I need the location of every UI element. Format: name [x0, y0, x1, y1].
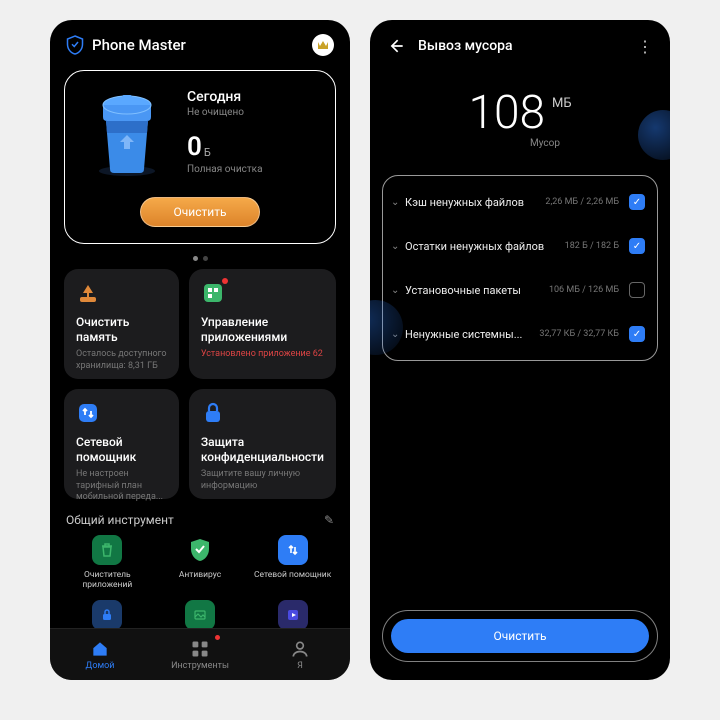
card-sub: Защитите вашу личную информацию — [201, 469, 324, 492]
clean-button-wrap: Очистить — [382, 610, 658, 662]
total-sub: Мусор — [420, 138, 670, 149]
lock-icon — [201, 401, 225, 425]
chevron-down-icon: ⌄ — [391, 285, 405, 296]
card-title: Очистить память — [76, 315, 167, 345]
total-unit: МБ — [552, 96, 572, 111]
person-icon — [290, 639, 310, 659]
full-clean-label: Полная очистка — [187, 164, 321, 175]
scale-icon — [76, 281, 100, 305]
chevron-down-icon: ⌄ — [391, 241, 405, 252]
play-icon — [278, 600, 308, 628]
checkbox[interactable]: ✓ — [629, 238, 645, 254]
lock-small-icon — [92, 600, 122, 628]
chevron-down-icon: ⌄ — [391, 197, 405, 208]
junk-row-residual[interactable]: ⌄ Остатки ненужных файлов 182 Б / 182 Б … — [383, 224, 657, 268]
card-sub: Не настроен тарифный план мобильной пере… — [76, 469, 167, 504]
junk-removal-screen: Вывоз мусора ⋮ 108 МБ Мусор ⌄ Кэш ненужн… — [370, 20, 670, 680]
tool-placeholder-3[interactable] — [249, 600, 336, 628]
today-label: Сегодня — [187, 89, 321, 105]
updown-icon — [278, 535, 308, 565]
bottom-nav: Домой Инструменты Я — [50, 628, 350, 680]
shield-check-icon — [185, 535, 215, 565]
card-title: Защита конфиденциальности — [201, 435, 324, 465]
checkbox[interactable]: ✓ — [629, 194, 645, 210]
hero-card: Сегодня Не очищено 0 Б Полная очистка Оч… — [64, 70, 336, 244]
card-title: Сетевой помощник — [76, 435, 167, 465]
grid-icon — [190, 639, 210, 659]
zero-value: 0 — [187, 132, 202, 162]
total-value: 108 — [468, 86, 545, 140]
checkbox[interactable] — [629, 282, 645, 298]
section-title: Общий инструмент — [66, 513, 324, 527]
tool-app-cleaner[interactable]: Очиститель приложений — [64, 535, 151, 590]
junk-row-system[interactable]: ⌄ Ненужные системны... 32,77 КБ / 32,77 … — [383, 312, 657, 356]
shield-icon — [66, 35, 84, 55]
crown-button[interactable] — [312, 34, 334, 56]
image-icon — [185, 600, 215, 628]
edit-icon[interactable]: ✎ — [324, 513, 334, 527]
card-network-helper[interactable]: Сетевой помощник Не настроен тарифный пл… — [64, 389, 179, 499]
tool-label: Сетевой помощник — [254, 570, 331, 580]
app-title: Phone Master — [92, 36, 312, 54]
card-sub: Осталось доступного хранилища: 8,31 ГБ — [76, 349, 167, 372]
nav-home[interactable]: Домой — [50, 629, 150, 680]
screen-title: Вывоз мусора — [418, 38, 637, 54]
header: Вывоз мусора ⋮ — [370, 20, 670, 64]
tool-label: Очиститель приложений — [64, 570, 151, 590]
not-cleaned-label: Не очищено — [187, 107, 321, 118]
trash-icon — [92, 535, 122, 565]
card-app-management[interactable]: Управление приложениями Установлено прил… — [189, 269, 336, 379]
nav-tools[interactable]: Инструменты — [150, 629, 250, 680]
back-icon[interactable] — [386, 36, 406, 56]
home-icon — [90, 639, 110, 659]
tool-placeholder-1[interactable] — [64, 600, 151, 628]
clean-button[interactable]: Очистить — [391, 619, 649, 653]
card-clean-memory[interactable]: Очистить память Осталось доступного хран… — [64, 269, 179, 379]
more-icon[interactable]: ⋮ — [637, 37, 654, 56]
network-icon — [76, 401, 100, 425]
junk-list: ⌄ Кэш ненужных файлов 2,26 МБ / 2,26 МБ … — [382, 175, 658, 361]
card-privacy[interactable]: Защита конфиденциальности Защитите вашу … — [189, 389, 336, 499]
trash-bin-icon — [79, 85, 175, 181]
tool-label: Антивирус — [179, 570, 221, 580]
zero-unit: Б — [204, 146, 211, 159]
header: Phone Master — [50, 20, 350, 64]
apps-icon — [201, 281, 225, 305]
card-title: Управление приложениями — [201, 315, 324, 345]
phone-master-screen: Phone Master Сегодня Не очищ — [50, 20, 350, 680]
nav-me[interactable]: Я — [250, 629, 350, 680]
tool-placeholder-2[interactable] — [157, 600, 244, 628]
card-sub: Установлено приложение 62 — [201, 349, 324, 361]
junk-row-cache[interactable]: ⌄ Кэш ненужных файлов 2,26 МБ / 2,26 МБ … — [383, 180, 657, 224]
clean-button[interactable]: Очистить — [140, 197, 260, 227]
tool-antivirus[interactable]: Антивирус — [157, 535, 244, 590]
tool-network[interactable]: Сетевой помощник — [249, 535, 336, 590]
checkbox[interactable]: ✓ — [629, 326, 645, 342]
junk-row-apk[interactable]: ⌄ Установочные пакеты 106 МБ / 126 МБ — [383, 268, 657, 312]
junk-total: 108 МБ Мусор — [370, 64, 670, 175]
page-indicator — [50, 256, 350, 261]
